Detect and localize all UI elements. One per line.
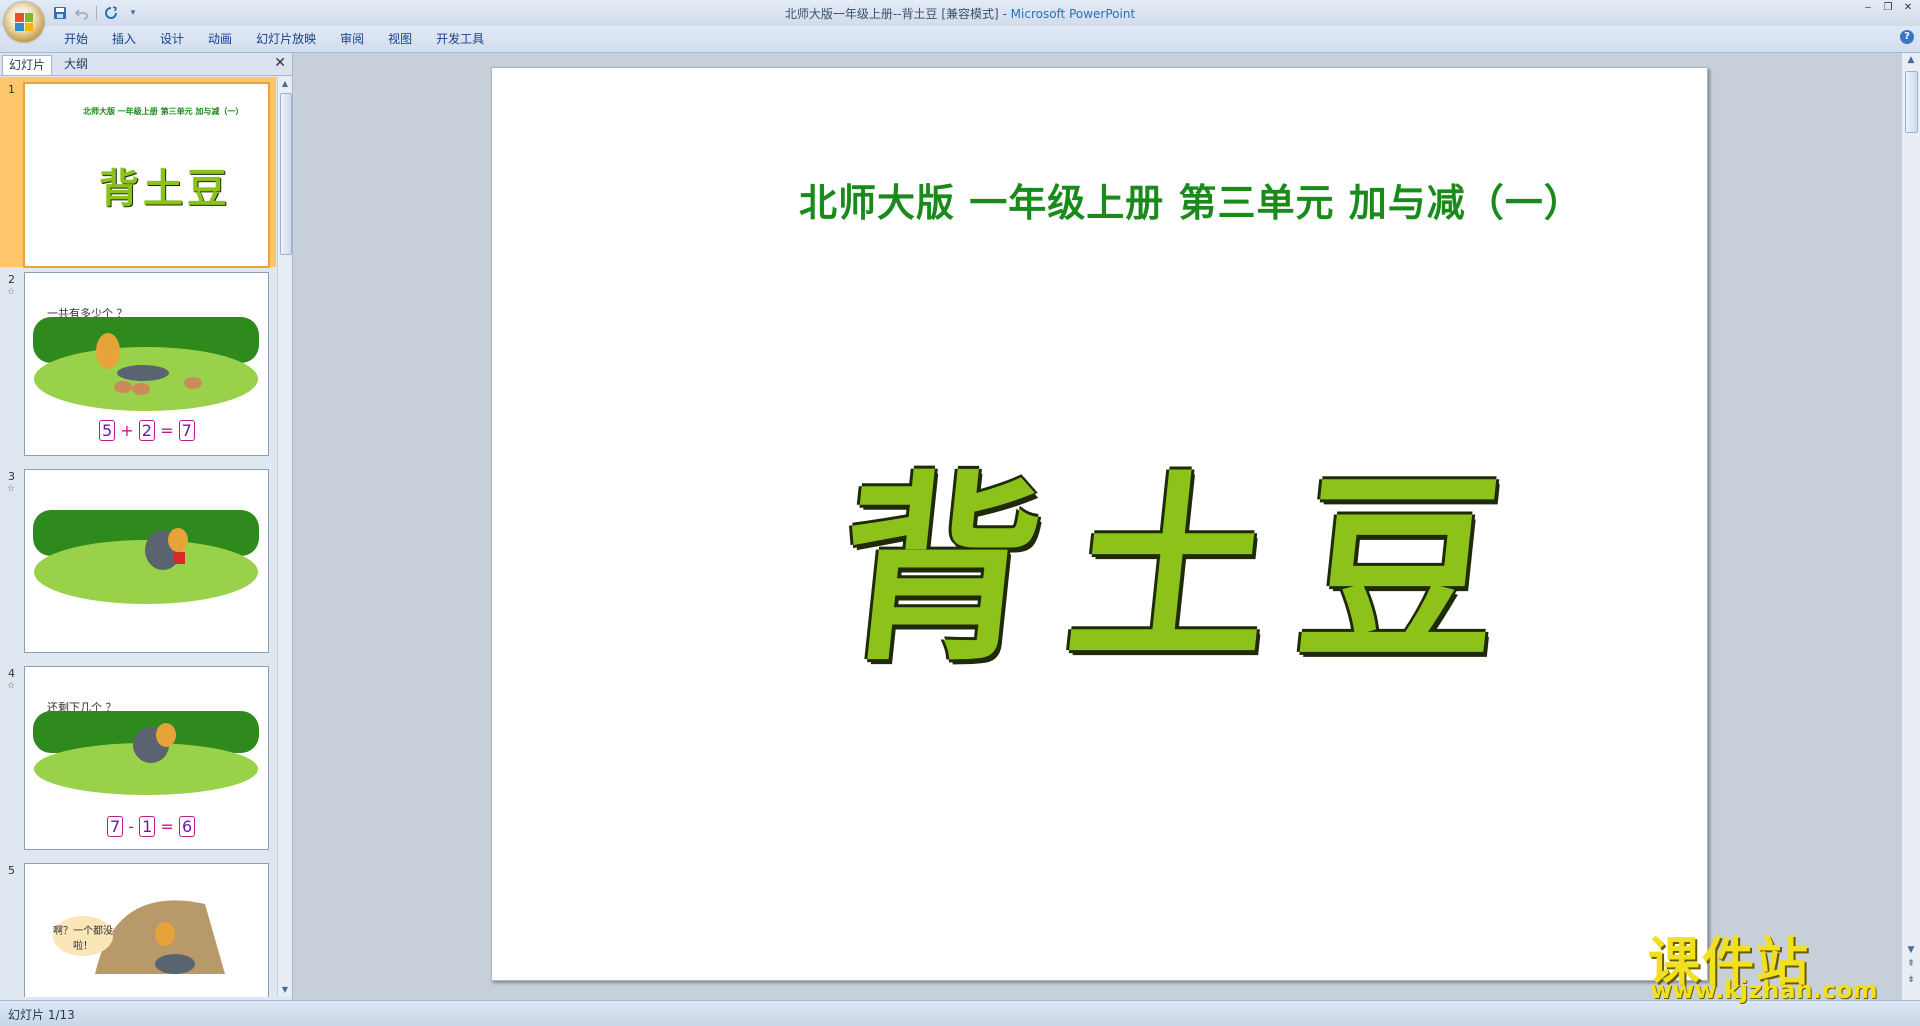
slide-number: 3 (8, 470, 15, 483)
slide-thumbnail[interactable]: 一共有多少个 ？ 5 + 2 = 7 (24, 272, 269, 456)
thumbnail-title: 背土豆 (99, 166, 231, 212)
close-icon[interactable]: ✕ (1898, 0, 1918, 16)
tab-slides[interactable]: 幻灯片 (2, 55, 53, 75)
animation-star-icon: ☆ (7, 681, 16, 691)
slide-thumbnail[interactable]: 还剩下几个 ？ 7 - 1 = 6 (24, 666, 269, 850)
slides-panel: 幻灯片 大纲 ✕ 1 北师大版 一年级上册 第三单元 加与减（一） 背土豆 2 … (0, 53, 293, 1000)
tab-view[interactable]: 视图 (376, 26, 424, 52)
animation-star-icon: ☆ (7, 484, 16, 494)
ribbon-tabs: 开始 插入 设计 动画 幻灯片放映 审阅 视图 开发工具 (52, 26, 496, 52)
site-watermark: 课件站 www.kjzhan.com (1648, 920, 1898, 1004)
undo-icon[interactable] (74, 5, 90, 21)
tab-animations[interactable]: 动画 (196, 26, 244, 52)
slide-indicator: 幻灯片 1/13 (8, 1008, 75, 1022)
redo-icon[interactable] (103, 5, 119, 21)
tab-insert[interactable]: 插入 (100, 26, 148, 52)
editor-scrollbar[interactable]: ▲ ▼ ⇞ ⇟ (1901, 53, 1920, 1000)
tab-home[interactable]: 开始 (52, 26, 100, 52)
tab-design[interactable]: 设计 (148, 26, 196, 52)
toolbar-separator (96, 6, 97, 20)
thumbnail-slide-1[interactable]: 1 北师大版 一年级上册 第三单元 加与减（一） 背土豆 (0, 77, 276, 268)
scroll-down-icon[interactable]: ▼ (278, 983, 292, 997)
scrollbar-thumb[interactable] (1905, 71, 1918, 133)
scrollbar-thumb[interactable] (280, 93, 292, 255)
window-controls: ‒ ❐ ✕ (1858, 0, 1918, 16)
window-title: 北师大版一年级上册--背土豆 [兼容模式] - Microsoft PowerP… (784, 7, 1136, 21)
tab-developer[interactable]: 开发工具 (424, 26, 496, 52)
thumbnail-header: 北师大版 一年级上册 第三单元 加与减（一） (83, 107, 244, 116)
scroll-up-icon[interactable]: ▲ (278, 77, 292, 91)
save-icon[interactable] (52, 5, 68, 21)
ribbon-tab-bar: 开始 插入 设计 动画 幻灯片放映 审阅 视图 开发工具 (0, 26, 1920, 53)
slide-number: 2 (8, 273, 15, 286)
tab-outline[interactable]: 大纲 (58, 55, 94, 74)
minimize-icon[interactable]: ‒ (1858, 0, 1878, 16)
office-logo-icon (15, 13, 33, 31)
panel-tabs: 幻灯片 大纲 ✕ (0, 53, 292, 76)
status-bar: 幻灯片 1/13 (0, 1000, 1920, 1026)
title-bar: 北师大版一年级上册--背土豆 [兼容模式] - Microsoft PowerP… (0, 0, 1920, 26)
watermark-url: www.kjzhan.com (1650, 976, 1878, 1004)
scroll-up-icon[interactable]: ▲ (1902, 55, 1920, 65)
restore-icon[interactable]: ❐ (1878, 0, 1898, 16)
animation-star-icon: ☆ (7, 287, 16, 297)
scroll-down-icon[interactable]: ▼ (1902, 945, 1920, 955)
thumbnail-slide-2[interactable]: 2 ☆ 一共有多少个 ？ 5 + 2 = 7 (0, 267, 276, 457)
slide-thumbnail[interactable]: 啊？一个都没啦！ 0 (24, 863, 269, 997)
quick-access-toolbar: ▾ (52, 3, 141, 23)
thumbnail-equation: 7 - 1 = 6 (107, 816, 196, 837)
scene-illustration (33, 711, 259, 795)
scene-illustration (33, 317, 259, 411)
office-button[interactable] (4, 2, 44, 42)
close-panel-icon[interactable]: ✕ (274, 55, 286, 71)
tab-review[interactable]: 审阅 (328, 26, 376, 52)
next-slide-icon[interactable]: ⇟ (1902, 975, 1920, 985)
slide-subtitle[interactable]: 北师大版 一年级上册 第三单元 加与减（一） (799, 172, 1583, 227)
slide-number: 1 (8, 83, 15, 96)
current-slide[interactable]: 北师大版 一年级上册 第三单元 加与减（一） 背土豆 (491, 67, 1708, 981)
slide-number: 4 (8, 667, 15, 680)
previous-slide-icon[interactable]: ⇞ (1902, 959, 1920, 969)
scene-illustration (33, 510, 259, 604)
slide-thumbnail[interactable] (24, 469, 269, 653)
slide-title[interactable]: 背土豆 (827, 408, 1547, 698)
thumbnail-list: 1 北师大版 一年级上册 第三单元 加与减（一） 背土豆 2 ☆ 一共有多少个 … (0, 77, 276, 997)
thumbnail-equation: 5 + 2 = 7 (99, 420, 195, 441)
slide-editor: 北师大版 一年级上册 第三单元 加与减（一） 背土豆 (296, 53, 1902, 1000)
thumbnail-slide-4[interactable]: 4 ☆ 还剩下几个 ？ 7 - 1 = 6 (0, 661, 276, 851)
speech-bubble: 啊？一个都没啦！ (53, 916, 113, 956)
thumbnail-slide-5[interactable]: 5 啊？一个都没啦！ 0 (0, 858, 276, 997)
tab-slide-show[interactable]: 幻灯片放映 (244, 26, 328, 52)
thumbnail-slide-3[interactable]: 3 ☆ (0, 464, 276, 654)
slide-number: 5 (8, 864, 15, 877)
customize-toolbar-icon[interactable]: ▾ (125, 5, 141, 21)
panel-scrollbar[interactable]: ▲ ▼ (277, 77, 292, 997)
slide-thumbnail[interactable]: 北师大版 一年级上册 第三单元 加与减（一） 背土豆 (23, 82, 270, 268)
help-icon[interactable]: ? (1900, 30, 1914, 44)
